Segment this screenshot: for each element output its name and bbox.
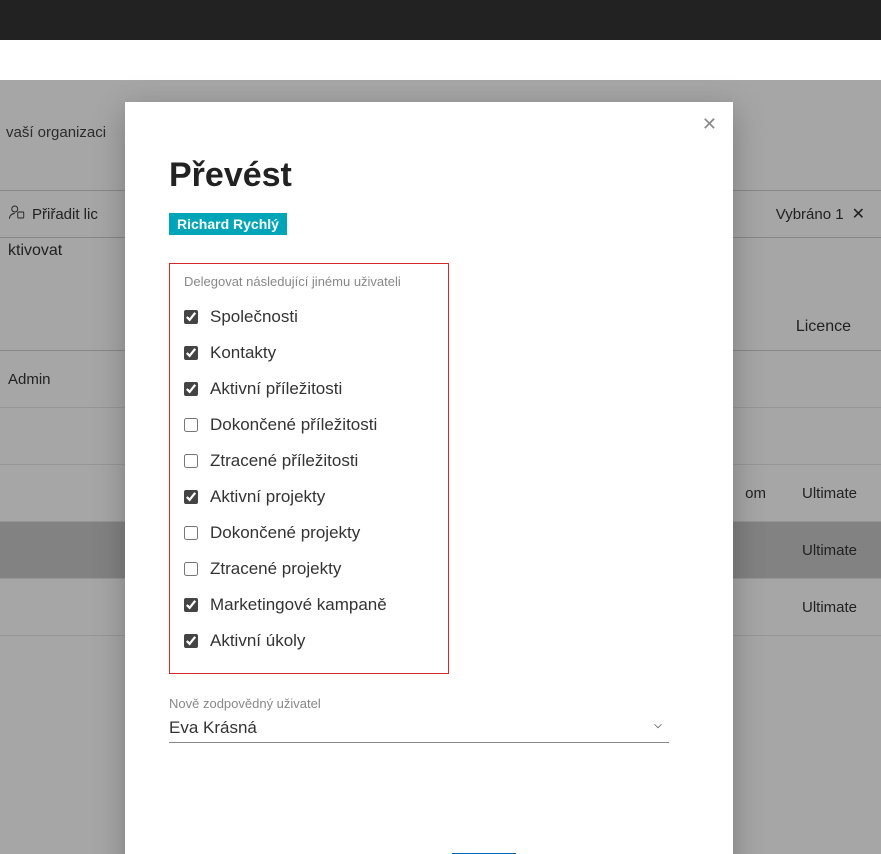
app-topbar (0, 0, 881, 40)
delegate-checkbox[interactable] (184, 382, 198, 396)
delegate-section-label: Delegovat následující jinému uživateli (184, 274, 434, 289)
transfer-modal: ✕ Převést Richard Rychlý Delegovat násle… (125, 102, 733, 854)
delegate-item-label: Dokončené projekty (210, 523, 360, 543)
delegate-item: Aktivní projekty (184, 479, 434, 515)
delegate-item: Kontakty (184, 335, 434, 371)
delegate-checkbox[interactable] (184, 310, 198, 324)
delegate-section: Delegovat následující jinému uživateli S… (169, 263, 449, 674)
delegate-item: Dokončené projekty (184, 515, 434, 551)
delegate-item: Ztracené projekty (184, 551, 434, 587)
delegate-item-label: Aktivní úkoly (210, 631, 305, 651)
delegate-item-label: Společnosti (210, 307, 298, 327)
new-user-field: Nově zodpovědný uživatel Eva Krásná (169, 696, 669, 743)
delegate-checkbox[interactable] (184, 454, 198, 468)
new-user-label: Nově zodpovědný uživatel (169, 696, 669, 711)
modal-title: Převést (169, 156, 689, 195)
delegate-item: Společnosti (184, 299, 434, 335)
chevron-down-icon (651, 719, 665, 738)
delegate-item: Aktivní úkoly (184, 623, 434, 659)
delegate-checkbox[interactable] (184, 418, 198, 432)
delegate-item-label: Ztracené příležitosti (210, 451, 358, 471)
delegate-item-label: Aktivní příležitosti (210, 379, 342, 399)
delegate-item: Ztracené příležitosti (184, 443, 434, 479)
new-user-value: Eva Krásná (169, 718, 257, 738)
delegate-item: Dokončené příležitosti (184, 407, 434, 443)
new-user-select[interactable]: Eva Krásná (169, 713, 669, 743)
delegate-item: Aktivní příležitosti (184, 371, 434, 407)
delegate-item-label: Dokončené příležitosti (210, 415, 377, 435)
delegate-item-label: Marketingové kampaně (210, 595, 387, 615)
user-badge: Richard Rychlý (169, 213, 287, 235)
delegate-item-label: Kontakty (210, 343, 276, 363)
delegate-item-label: Aktivní projekty (210, 487, 325, 507)
delegate-checkbox[interactable] (184, 526, 198, 540)
delegate-checkbox[interactable] (184, 490, 198, 504)
delegate-checkbox[interactable] (184, 634, 198, 648)
delegate-item-label: Ztracené projekty (210, 559, 341, 579)
background-page: vaší organizaci Přiřadit lic Vybráno 1 ✕… (0, 40, 881, 854)
modal-overlay: ✕ Převést Richard Rychlý Delegovat násle… (0, 80, 881, 854)
delegate-item: Marketingové kampaně (184, 587, 434, 623)
close-icon[interactable]: ✕ (702, 114, 717, 135)
delegate-checkbox[interactable] (184, 346, 198, 360)
delegate-checkbox[interactable] (184, 562, 198, 576)
delegate-checkbox[interactable] (184, 598, 198, 612)
